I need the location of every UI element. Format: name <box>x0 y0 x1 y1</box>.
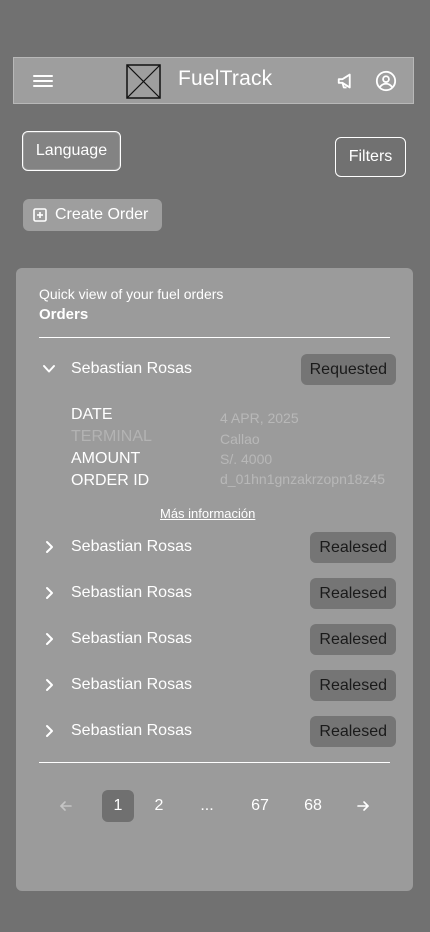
create-order-label: Create Order <box>55 206 149 223</box>
app-brand-name: FuelTrack <box>178 67 273 90</box>
terminal-value: Callao <box>220 431 260 447</box>
create-order-button[interactable]: Create Order <box>23 199 162 231</box>
more-info-link[interactable]: Más información <box>160 506 255 521</box>
chevron-down-icon <box>43 365 55 373</box>
status-badge: Realesed <box>310 716 396 747</box>
pagination-page-button[interactable]: 68 <box>297 790 329 822</box>
user-circle-icon[interactable] <box>375 70 397 92</box>
chevron-right-icon <box>46 679 53 691</box>
order-row[interactable]: Sebastian Rosas Realesed <box>16 576 413 610</box>
order-customer-name: Sebastian Rosas <box>71 360 192 377</box>
orders-card: Quick view of your fuel orders Orders Se… <box>16 268 413 891</box>
order-id-label: ORDER ID <box>71 472 150 489</box>
order-row[interactable]: Sebastian Rosas Realesed <box>16 714 413 748</box>
order-row-expanded[interactable]: Sebastian Rosas Requested <box>16 352 413 386</box>
status-badge: Realesed <box>310 624 396 655</box>
order-row[interactable]: Sebastian Rosas Realesed <box>16 530 413 564</box>
order-customer-name: Sebastian Rosas <box>71 584 192 601</box>
terminal-label: TERMINAL <box>71 428 152 445</box>
megaphone-icon[interactable] <box>336 70 358 92</box>
plus-square-icon <box>33 208 47 222</box>
order-customer-name: Sebastian Rosas <box>71 630 192 647</box>
app-header: FuelTrack <box>13 57 414 104</box>
chevron-right-icon <box>46 725 53 737</box>
filters-button[interactable]: Filters <box>335 137 406 177</box>
amount-label: AMOUNT <box>71 450 141 467</box>
status-badge: Requested <box>300 354 396 385</box>
date-value: 4 APR, 2025 <box>220 410 299 426</box>
order-customer-name: Sebastian Rosas <box>71 722 192 739</box>
divider <box>39 337 390 338</box>
chevron-right-icon <box>46 633 53 645</box>
orders-card-subtitle: Quick view of your fuel orders <box>39 286 224 302</box>
date-label: DATE <box>71 406 113 423</box>
order-row[interactable]: Sebastian Rosas Realesed <box>16 668 413 702</box>
pagination-page-button[interactable]: 2 <box>143 790 175 822</box>
pagination-page-button[interactable]: 67 <box>244 790 276 822</box>
arrow-left-icon <box>60 801 72 811</box>
pagination-ellipsis: ... <box>200 797 214 814</box>
chevron-right-icon <box>46 541 53 553</box>
order-id-value: d_01hn1gnzakrzopn18z45 <box>220 471 386 487</box>
pagination-page-button[interactable]: 1 <box>102 790 134 822</box>
order-customer-name: Sebastian Rosas <box>71 676 192 693</box>
pagination-next-button[interactable] <box>347 790 379 822</box>
hamburger-menu-icon[interactable] <box>33 72 53 90</box>
amount-value: S/. 4000 <box>220 451 273 467</box>
orders-card-title: Orders <box>39 306 89 323</box>
status-badge: Realesed <box>310 670 396 701</box>
status-badge: Realesed <box>310 532 396 563</box>
status-badge: Realesed <box>310 578 396 609</box>
order-customer-name: Sebastian Rosas <box>71 538 192 555</box>
chevron-right-icon <box>46 587 53 599</box>
order-row[interactable]: Sebastian Rosas Realesed <box>16 622 413 656</box>
language-button[interactable]: Language <box>22 131 121 171</box>
placeholder-logo-icon <box>126 64 161 99</box>
divider <box>39 762 390 763</box>
arrow-right-icon <box>357 801 369 811</box>
pagination-prev-button[interactable] <box>50 790 82 822</box>
